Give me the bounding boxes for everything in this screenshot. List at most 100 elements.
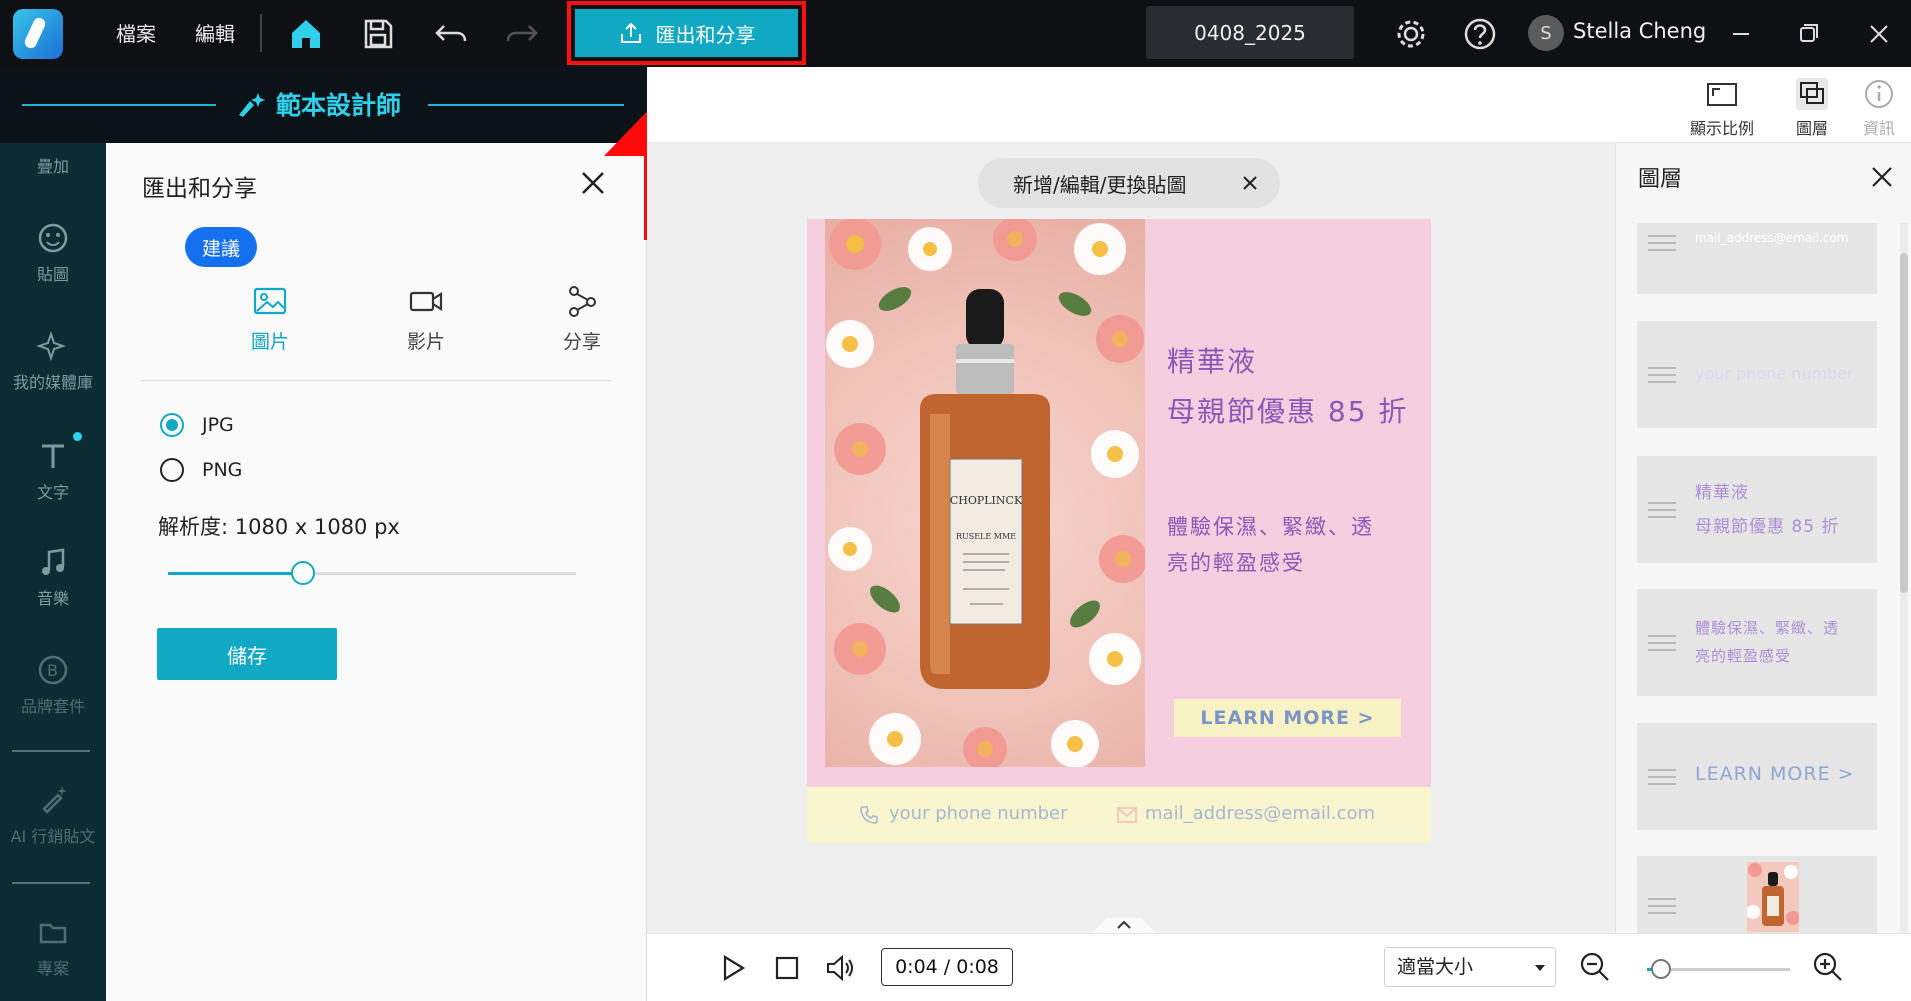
sidebar-item-overlay[interactable]: 疊加	[0, 153, 106, 177]
layers-scrollbar[interactable]	[1900, 223, 1908, 933]
sidebar-item-media-library[interactable]: 我的媒體庫	[0, 329, 106, 393]
layers-icon	[1796, 78, 1828, 110]
close-icon[interactable]	[1868, 163, 1896, 191]
restore-icon[interactable]	[1789, 14, 1829, 54]
chevron-up-icon[interactable]	[1092, 910, 1156, 934]
poster-contact-footer[interactable]: your phone number mail_address@email.com	[807, 787, 1431, 843]
sidebar-item-ai-marketing-post[interactable]: AI 行銷貼文	[0, 783, 106, 847]
zoom-slider[interactable]	[1647, 959, 1790, 979]
drag-handle-icon[interactable]	[1648, 233, 1676, 253]
drag-handle-icon[interactable]	[1648, 767, 1676, 787]
menu-edit[interactable]: 編輯	[195, 18, 235, 47]
play-icon[interactable]	[717, 952, 749, 984]
layer-item[interactable]: 體驗保濕、緊緻、透 亮的輕盈感受	[1637, 589, 1877, 696]
resolution-slider-fill	[168, 572, 303, 575]
zoom-in-icon[interactable]	[1812, 951, 1844, 983]
view-toolbar: 顯示比例 圖層 資訊	[647, 67, 1911, 143]
chevron-down-icon	[1535, 965, 1545, 971]
save-icon[interactable]	[358, 14, 398, 54]
tab-video[interactable]: 影片	[376, 283, 476, 354]
poster-body-line1: 體驗保濕、緊緻、透	[1167, 515, 1374, 539]
info-button[interactable]: 資訊	[1862, 77, 1896, 139]
user-name[interactable]: Stella Cheng	[1573, 19, 1706, 43]
product-photo[interactable]: CHOPLINCK RUSELE MME	[825, 219, 1145, 767]
gear-icon[interactable]	[1391, 14, 1431, 54]
format-jpg-label: JPG	[202, 414, 234, 436]
drag-handle-icon[interactable]	[1648, 633, 1676, 653]
menu-divider	[260, 14, 262, 52]
sticker-edit-pill[interactable]: 新增/編輯/更換貼圖	[978, 158, 1280, 208]
avatar[interactable]: S	[1528, 15, 1564, 51]
zoom-select[interactable]: 適當大小	[1384, 947, 1556, 987]
format-jpg-radio[interactable]	[160, 413, 184, 437]
tab-share-label: 分享	[562, 331, 601, 353]
poster-canvas[interactable]: CHOPLINCK RUSELE MME 精華液 母親節優惠 85 折 體驗保濕…	[807, 219, 1431, 843]
drag-handle-icon[interactable]	[1648, 365, 1676, 385]
resolution-slider-handle[interactable]	[290, 561, 315, 585]
export-panel: 匯出和分享 建議 圖片 影片 分享 JPG PNG 解析度: 1080 x 10…	[106, 143, 647, 1001]
tab-share[interactable]: 分享	[532, 283, 632, 354]
template-designer-label: 範本設計師	[276, 91, 402, 120]
format-png-radio[interactable]	[160, 458, 184, 482]
sticker-icon	[38, 223, 68, 253]
poster-headline-line2: 母親節優惠 85 折	[1167, 395, 1409, 428]
redo-icon[interactable]	[502, 14, 542, 54]
contact-email: mail_address@email.com	[1145, 803, 1376, 824]
sidebar-item-label: 品牌套件	[20, 697, 85, 716]
help-icon[interactable]	[1460, 14, 1500, 54]
upload-icon	[620, 22, 641, 43]
layer-item[interactable]: 精華液 母親節優惠 85 折	[1637, 456, 1877, 563]
home-icon[interactable]	[286, 14, 326, 54]
brand-kit-icon: B	[38, 655, 68, 685]
undo-icon[interactable]	[431, 14, 471, 54]
sidebar-item-music[interactable]: 音樂	[0, 545, 106, 609]
zoom-out-icon[interactable]	[1579, 951, 1611, 983]
menu-file[interactable]: 檔案	[116, 18, 156, 47]
stop-icon[interactable]	[771, 952, 803, 984]
sidebar-item-label: 疊加	[36, 157, 69, 176]
layer-item[interactable]: mail_address@email.com	[1637, 223, 1877, 294]
phone-icon	[860, 806, 878, 824]
aspect-ratio-label: 顯示比例	[1690, 119, 1755, 138]
poster-headline[interactable]: 精華液 母親節優惠 85 折	[1167, 337, 1408, 437]
resolution-label: 解析度: 1080 x 1080 px	[158, 515, 400, 539]
left-sidebar: 疊加 貼圖 我的媒體庫 文字 音樂 B 品牌套件 AI 行銷貼文 專案	[0, 143, 106, 1001]
sidebar-item-projects[interactable]: 專案	[0, 915, 106, 979]
volume-icon[interactable]	[825, 952, 857, 984]
layers-panel-title: 圖層	[1638, 167, 1683, 192]
sidebar-item-stickers[interactable]: 貼圖	[0, 221, 106, 285]
export-panel-title: 匯出和分享	[142, 176, 257, 202]
zoom-select-value: 適當大小	[1397, 956, 1474, 978]
layer-label: 母親節優惠 85 折	[1695, 517, 1840, 537]
drag-handle-icon[interactable]	[1648, 896, 1676, 916]
close-window-icon[interactable]	[1859, 14, 1899, 54]
layers-scroll-thumb[interactable]	[1900, 253, 1908, 593]
aspect-ratio-icon	[1707, 83, 1737, 106]
learn-more-button[interactable]: LEARN MORE >	[1174, 699, 1401, 737]
export-share-label: 匯出和分享	[655, 22, 756, 47]
layers-button[interactable]: 圖層	[1795, 77, 1829, 139]
close-icon[interactable]	[1238, 171, 1262, 195]
layer-item[interactable]: your phone number	[1637, 321, 1877, 428]
tab-image[interactable]: 圖片	[220, 283, 320, 354]
export-share-button[interactable]: 匯出和分享	[575, 9, 798, 57]
sidebar-item-brand-kit[interactable]: B 品牌套件	[0, 653, 106, 717]
project-name-field[interactable]: 0408_2025	[1146, 6, 1354, 59]
minimize-icon[interactable]	[1721, 14, 1761, 54]
aspect-ratio-button[interactable]: 顯示比例	[1690, 77, 1754, 139]
resolution-slider[interactable]	[168, 561, 576, 585]
layer-item[interactable]: LEARN MORE >	[1637, 723, 1877, 830]
sidebar-item-text[interactable]: 文字	[0, 439, 106, 503]
layer-label: 精華液	[1695, 483, 1749, 503]
layer-label: your phone number	[1695, 364, 1854, 383]
zoom-slider-handle[interactable]	[1651, 959, 1672, 979]
save-button[interactable]: 儲存	[157, 628, 337, 680]
layers-panel: 圖層 mail_address@email.com your phone num…	[1615, 143, 1911, 933]
layer-item[interactable]	[1637, 856, 1877, 933]
text-icon	[42, 444, 64, 468]
sparkle-brush-icon	[239, 93, 265, 117]
poster-body-line2: 亮的輕盈感受	[1167, 551, 1305, 575]
drag-handle-icon[interactable]	[1648, 500, 1676, 520]
poster-body-text[interactable]: 體驗保濕、緊緻、透 亮的輕盈感受	[1167, 509, 1397, 581]
sidebar-divider	[12, 750, 90, 752]
